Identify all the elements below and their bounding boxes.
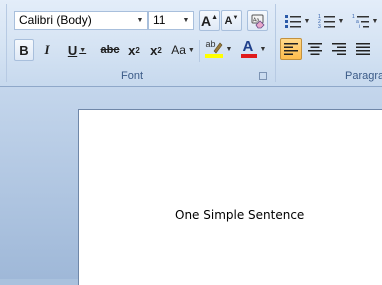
italic-button[interactable]: I xyxy=(37,39,57,61)
svg-text:3: 3 xyxy=(318,24,321,29)
multilevel-list-icon: 1 a i xyxy=(352,14,369,29)
document-text[interactable]: One Simple Sentence xyxy=(175,208,304,222)
numbering-button[interactable]: 1 2 3 ▼ xyxy=(315,10,347,32)
eraser-icon: Aa xyxy=(251,14,265,28)
bullets-button[interactable]: ▼ xyxy=(281,10,313,32)
paragraph-group-label: Paragra xyxy=(345,70,382,82)
chevron-down-icon[interactable]: ▼ xyxy=(226,45,233,53)
svg-text:i: i xyxy=(359,24,360,29)
group-separator xyxy=(6,4,7,82)
justify-button[interactable] xyxy=(352,38,374,60)
chevron-down-icon[interactable]: ▼ xyxy=(338,17,345,25)
font-color-icon: A xyxy=(240,38,258,60)
subscript-label: x xyxy=(128,42,136,58)
multilevel-list-button[interactable]: 1 a i ▼ xyxy=(349,10,381,32)
align-left-icon xyxy=(284,43,298,55)
chevron-down-icon[interactable]: ▼ xyxy=(188,47,195,54)
font-size-value: 11 xyxy=(153,13,166,27)
caret-down-icon: ▼ xyxy=(232,14,239,21)
strikethrough-button[interactable]: abc xyxy=(98,39,122,61)
font-name-combo[interactable]: Calibri (Body) ▼ xyxy=(14,11,148,30)
numbered-list-icon: 1 2 3 xyxy=(318,14,335,29)
svg-text:1: 1 xyxy=(352,14,355,20)
subscript-digit: 2 xyxy=(135,45,140,55)
align-right-button[interactable] xyxy=(328,38,350,60)
subscript-button[interactable]: x2 xyxy=(124,39,144,61)
ribbon: Calibri (Body) ▼ 11 ▼ A ▲ A ▼ Aa B I U ▼ ab… xyxy=(0,0,382,87)
chevron-down-icon[interactable]: ▼ xyxy=(79,47,86,54)
grow-font-button[interactable]: A ▲ xyxy=(199,10,220,31)
font-color-button[interactable]: A ▼ xyxy=(237,38,269,60)
superscript-button[interactable]: x2 xyxy=(146,39,166,61)
highlight-color-swatch xyxy=(204,54,223,58)
bullet-list-icon xyxy=(284,15,301,28)
bold-label: B xyxy=(19,42,29,58)
bold-button[interactable]: B xyxy=(14,39,34,61)
align-center-icon xyxy=(308,43,322,55)
caret-up-icon: ▲ xyxy=(211,14,219,21)
italic-label: I xyxy=(44,42,50,57)
font-color-label: A xyxy=(242,38,254,55)
align-left-button[interactable] xyxy=(280,38,302,60)
align-center-button[interactable] xyxy=(304,38,326,60)
chevron-down-icon[interactable]: ▼ xyxy=(181,12,191,29)
shrink-font-button[interactable]: A ▼ xyxy=(221,10,242,31)
text-highlight-button[interactable]: ab ▼ xyxy=(202,38,234,60)
document-page[interactable]: One Simple Sentence xyxy=(78,109,382,285)
underline-label: U xyxy=(67,42,78,58)
font-dialog-launcher-icon[interactable] xyxy=(259,72,267,80)
font-group-label: Font xyxy=(121,70,144,82)
grow-font-label: A xyxy=(200,12,212,29)
strikethrough-label: abc xyxy=(100,44,120,56)
chevron-down-icon[interactable]: ▼ xyxy=(260,45,267,53)
superscript-digit: 2 xyxy=(157,45,162,55)
justify-icon xyxy=(356,43,370,55)
chevron-down-icon[interactable]: ▼ xyxy=(372,17,379,25)
toolbar-separator xyxy=(199,40,200,62)
shrink-font-label: A xyxy=(224,14,233,27)
font-size-combo[interactable]: 11 ▼ xyxy=(148,11,194,30)
chevron-down-icon[interactable]: ▼ xyxy=(304,17,311,25)
change-case-button[interactable]: Aa ▼ xyxy=(169,39,197,61)
group-separator xyxy=(275,4,276,82)
superscript-label: x xyxy=(150,42,158,58)
clear-formatting-button[interactable]: Aa xyxy=(247,10,268,31)
highlighter-icon: ab xyxy=(204,38,224,60)
font-name-value: Calibri (Body) xyxy=(19,13,92,27)
change-case-label: Aa xyxy=(171,43,186,57)
align-right-icon xyxy=(332,43,346,55)
chevron-down-icon[interactable]: ▼ xyxy=(135,12,145,29)
underline-button[interactable]: U ▼ xyxy=(60,39,94,61)
font-color-swatch xyxy=(240,54,257,58)
